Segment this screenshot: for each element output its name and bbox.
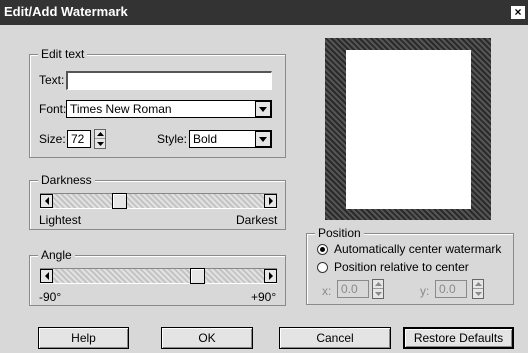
darkness-group-label: Darkness bbox=[38, 173, 95, 187]
size-up-button[interactable] bbox=[95, 130, 105, 139]
arrow-up-icon bbox=[374, 282, 382, 286]
angle-right-button[interactable] bbox=[264, 269, 277, 283]
size-label: Size: bbox=[39, 132, 66, 146]
x-stepper[interactable] bbox=[372, 279, 384, 299]
arrow-left-icon bbox=[44, 272, 49, 280]
close-icon[interactable]: × bbox=[510, 5, 526, 20]
style-dropdown-button[interactable] bbox=[255, 131, 271, 147]
arrow-down-icon bbox=[474, 291, 482, 296]
arrow-left-icon bbox=[44, 197, 49, 205]
auto-center-radio[interactable] bbox=[317, 244, 328, 255]
darkness-right-button[interactable] bbox=[264, 194, 277, 208]
darkness-slider-thumb[interactable] bbox=[111, 193, 127, 209]
ok-button[interactable]: OK bbox=[161, 327, 253, 349]
x-label: x: bbox=[322, 284, 332, 298]
relative-position-radio[interactable] bbox=[317, 262, 328, 273]
y-input[interactable]: 0.0 bbox=[435, 280, 467, 298]
restore-defaults-button[interactable]: Restore Defaults bbox=[403, 327, 514, 349]
edit-text-group-label: Edit text bbox=[38, 47, 88, 61]
size-input[interactable]: 72 bbox=[67, 130, 91, 148]
angle-slider-thumb[interactable] bbox=[190, 268, 206, 284]
arrow-up-icon bbox=[96, 132, 104, 136]
relative-position-label[interactable]: Position relative to center bbox=[334, 260, 469, 274]
y-down-button[interactable] bbox=[473, 289, 483, 298]
preview-page bbox=[346, 50, 471, 209]
watermark-preview bbox=[325, 38, 491, 220]
x-up-button[interactable] bbox=[373, 280, 383, 289]
angle-slider[interactable] bbox=[40, 268, 277, 284]
font-dropdown-button[interactable] bbox=[255, 101, 271, 117]
font-select[interactable]: Times New Roman bbox=[66, 100, 272, 118]
text-label: Text: bbox=[39, 73, 65, 87]
y-stepper[interactable] bbox=[472, 279, 484, 299]
position-group-label: Position bbox=[315, 226, 364, 240]
x-input[interactable]: 0.0 bbox=[337, 280, 369, 298]
chevron-down-icon bbox=[259, 137, 267, 142]
arrow-down-icon bbox=[96, 141, 104, 146]
angle-left-button[interactable] bbox=[40, 269, 53, 283]
angle-min-label: -90° bbox=[39, 290, 62, 304]
window-title: Edit/Add Watermark bbox=[4, 4, 128, 19]
darkness-min-label: Lightest bbox=[39, 213, 82, 227]
y-label: y: bbox=[420, 284, 430, 298]
chevron-down-icon bbox=[259, 107, 267, 112]
style-label: Style: bbox=[157, 132, 188, 146]
title-bar[interactable]: Edit/Add Watermark × bbox=[0, 0, 528, 25]
edit-add-watermark-dialog: Edit/Add Watermark × Edit text Text: Fon… bbox=[0, 0, 528, 353]
auto-center-label[interactable]: Automatically center watermark bbox=[334, 242, 501, 256]
size-down-button[interactable] bbox=[95, 139, 105, 148]
arrow-right-icon bbox=[268, 272, 273, 280]
arrow-right-icon bbox=[268, 197, 273, 205]
cancel-button[interactable]: Cancel bbox=[279, 327, 391, 349]
text-input[interactable] bbox=[66, 71, 272, 90]
darkness-slider[interactable] bbox=[40, 193, 277, 209]
size-stepper[interactable] bbox=[94, 129, 106, 149]
font-label: Font: bbox=[39, 102, 67, 116]
y-up-button[interactable] bbox=[473, 280, 483, 289]
angle-group-label: Angle bbox=[38, 248, 75, 262]
help-button[interactable]: Help bbox=[38, 327, 129, 349]
arrow-up-icon bbox=[474, 282, 482, 286]
x-down-button[interactable] bbox=[373, 289, 383, 298]
arrow-down-icon bbox=[374, 291, 382, 296]
darkness-left-button[interactable] bbox=[40, 194, 53, 208]
darkness-max-label: Darkest bbox=[236, 213, 278, 227]
angle-max-label: +90° bbox=[251, 290, 277, 304]
